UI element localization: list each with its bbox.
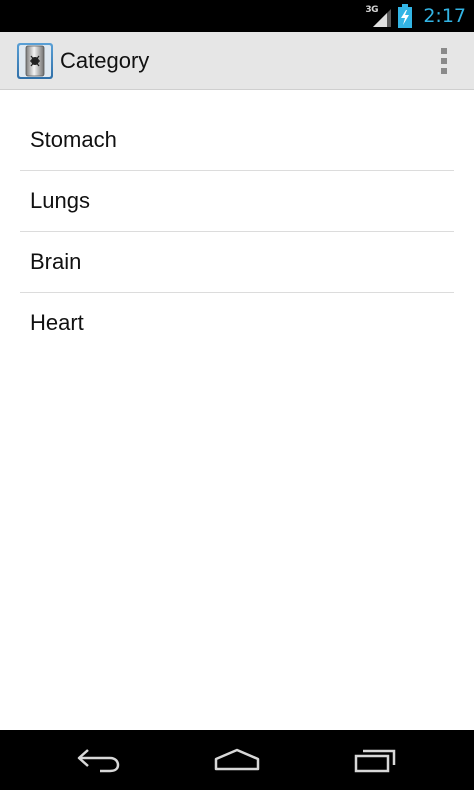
recents-icon	[354, 749, 396, 773]
overflow-menu-button[interactable]	[432, 44, 456, 78]
home-icon	[214, 748, 260, 771]
app-logo-icon[interactable]	[16, 42, 54, 80]
action-bar: Category	[0, 32, 474, 90]
status-icons: 3G 2:17	[365, 0, 466, 32]
category-item-heart[interactable]: Heart	[20, 293, 454, 353]
category-item-lungs[interactable]: Lungs	[20, 171, 454, 232]
signal-indicator: 3G	[365, 3, 392, 29]
back-icon	[77, 749, 120, 773]
home-button[interactable]	[205, 740, 269, 780]
category-item-brain[interactable]: Brain	[20, 232, 454, 293]
overflow-menu-icon-dot-2	[441, 58, 447, 64]
status-bar: 3G 2:17	[0, 0, 474, 32]
overflow-menu-icon	[441, 48, 447, 54]
back-button[interactable]	[67, 740, 131, 780]
overflow-menu-icon-dot-3	[441, 68, 447, 74]
recents-button[interactable]	[344, 740, 408, 780]
category-list: Stomach Lungs Brain Heart	[20, 110, 454, 353]
category-item-stomach[interactable]: Stomach	[20, 110, 454, 171]
signal-icon	[373, 9, 392, 27]
status-clock: 2:17	[423, 5, 466, 27]
navigation-bar	[0, 730, 474, 790]
battery-charging-icon	[398, 4, 413, 28]
page-title: Category	[60, 48, 150, 73]
